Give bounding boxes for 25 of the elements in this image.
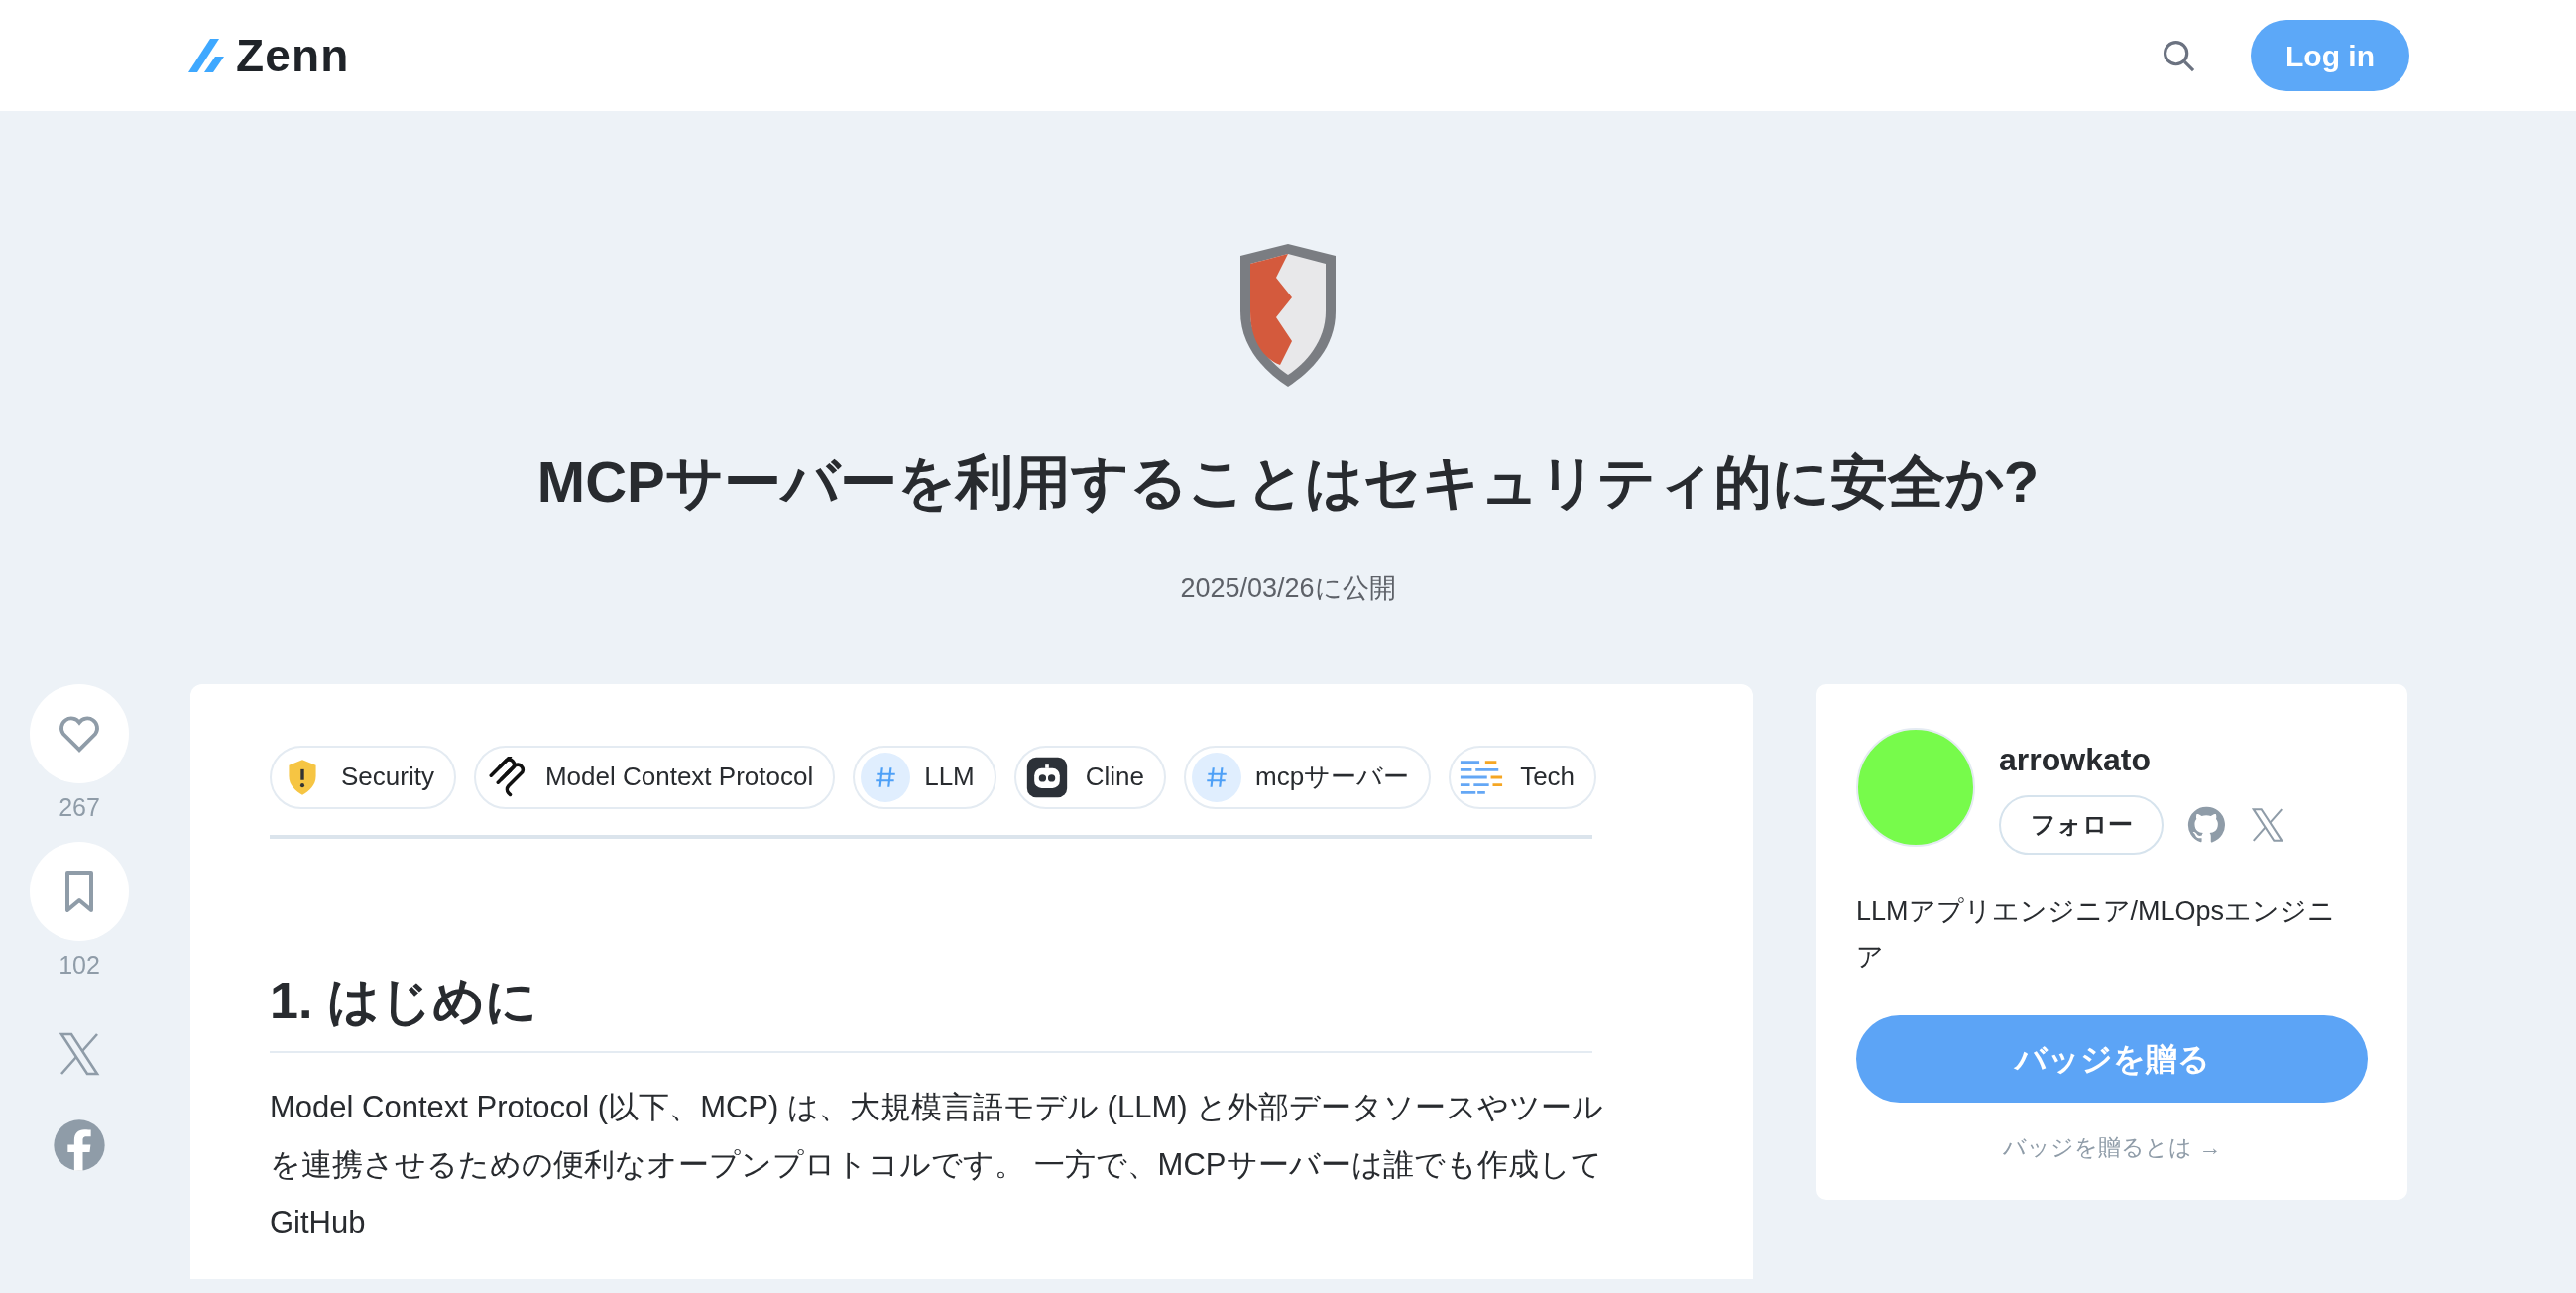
topic-tag[interactable]: mcpサーバー — [1184, 745, 1432, 809]
topic-tag[interactable]: LLM — [853, 745, 996, 809]
github-icon[interactable] — [2187, 805, 2225, 844]
follow-button[interactable]: フォロー — [1999, 794, 2164, 855]
author-name: arrowkato — [1999, 740, 2152, 779]
heart-icon — [57, 713, 102, 754]
article-paragraph: Model Context Protocol (以下、MCP) は、大規模言語モデル (LLM) と外部データソースやツールを連携させるための便利なオープンプロトコルです。 一方で、MCPサーバーは誰でも作成してGitHub — [270, 1088, 1604, 1241]
topic-tag[interactable]: Cline — [1013, 745, 1166, 809]
topic-tag[interactable]: Model Context Protocol — [473, 745, 836, 809]
facebook-icon[interactable] — [52, 1117, 107, 1173]
topic-tag[interactable]: Tech — [1449, 745, 1597, 809]
x-icon[interactable] — [2249, 805, 2286, 844]
author-bio: LLMアプリエンジニア/MLOpsエンジニア — [1856, 894, 2337, 974]
article-title: MCPサーバーを利用することはセキュリティ的に安全か? — [536, 448, 2040, 516]
topic-tag[interactable]: Security — [270, 745, 456, 809]
bookmark-count: 102 — [59, 950, 100, 981]
hash-icon — [1192, 752, 1241, 802]
shield-warning-icon — [286, 758, 319, 796]
robot-icon — [1024, 755, 1069, 799]
like-count: 267 — [59, 791, 100, 823]
bookmark-icon — [63, 869, 95, 914]
hash-icon — [861, 752, 911, 802]
section-heading: 1. はじめに — [270, 961, 1592, 1053]
logo-text: Zenn — [236, 28, 350, 83]
publish-date: 2025/03/26に公開 — [1180, 572, 1396, 605]
